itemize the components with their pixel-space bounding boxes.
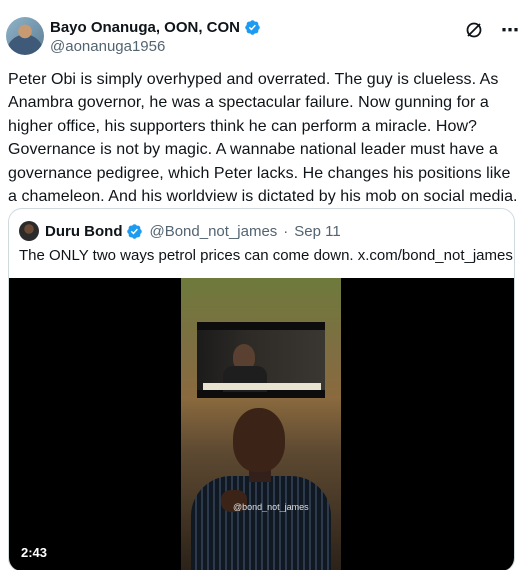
author-name-row: Bayo Onanuga, OON, CON <box>50 17 261 37</box>
quoted-date[interactable]: Sep 11 <box>294 223 340 240</box>
author-name[interactable]: Bayo Onanuga, OON, CON <box>50 19 240 36</box>
quoted-tweet[interactable]: Duru Bond @Bond_not_james · Sep 11 The O… <box>8 208 515 570</box>
video-watermark: @bond_not_james <box>233 502 309 512</box>
quoted-header: Duru Bond @Bond_not_james · Sep 11 <box>19 221 341 241</box>
tweet-top-actions: ⋯ <box>464 20 520 40</box>
tweet-header: Bayo Onanuga, OON, CON @aonanuga1956 <box>50 17 261 57</box>
author-avatar[interactable] <box>6 17 44 55</box>
video-duration: 2:43 <box>21 545 48 560</box>
inset-caption-banner <box>203 383 321 390</box>
post-text: Peter Obi is simply overhyped and overra… <box>8 71 518 206</box>
more-options-icon[interactable]: ⋯ <box>500 20 520 40</box>
grok-icon[interactable] <box>464 20 484 40</box>
quoted-separator: · <box>283 222 289 240</box>
video-frame: @bond_not_james <box>181 278 341 570</box>
tweet: Bayo Onanuga, OON, CON @aonanuga1956 ⋯ P… <box>0 0 530 570</box>
verified-badge-icon <box>245 19 260 35</box>
quoted-avatar[interactable] <box>19 221 39 241</box>
speaker-shirt <box>191 476 331 570</box>
author-handle[interactable]: @aonanuga1956 <box>50 38 261 55</box>
video-inset-clip <box>197 322 325 404</box>
quoted-author-handle[interactable]: @Bond_not_james <box>149 223 277 240</box>
quoted-text: The ONLY two ways petrol prices can come… <box>19 247 515 264</box>
quoted-author-name[interactable]: Duru Bond <box>45 223 122 240</box>
video-player[interactable]: @bond_not_james 2:43 <box>9 278 514 570</box>
quoted-verified-badge-icon <box>127 223 143 239</box>
speaker-head <box>233 408 285 472</box>
